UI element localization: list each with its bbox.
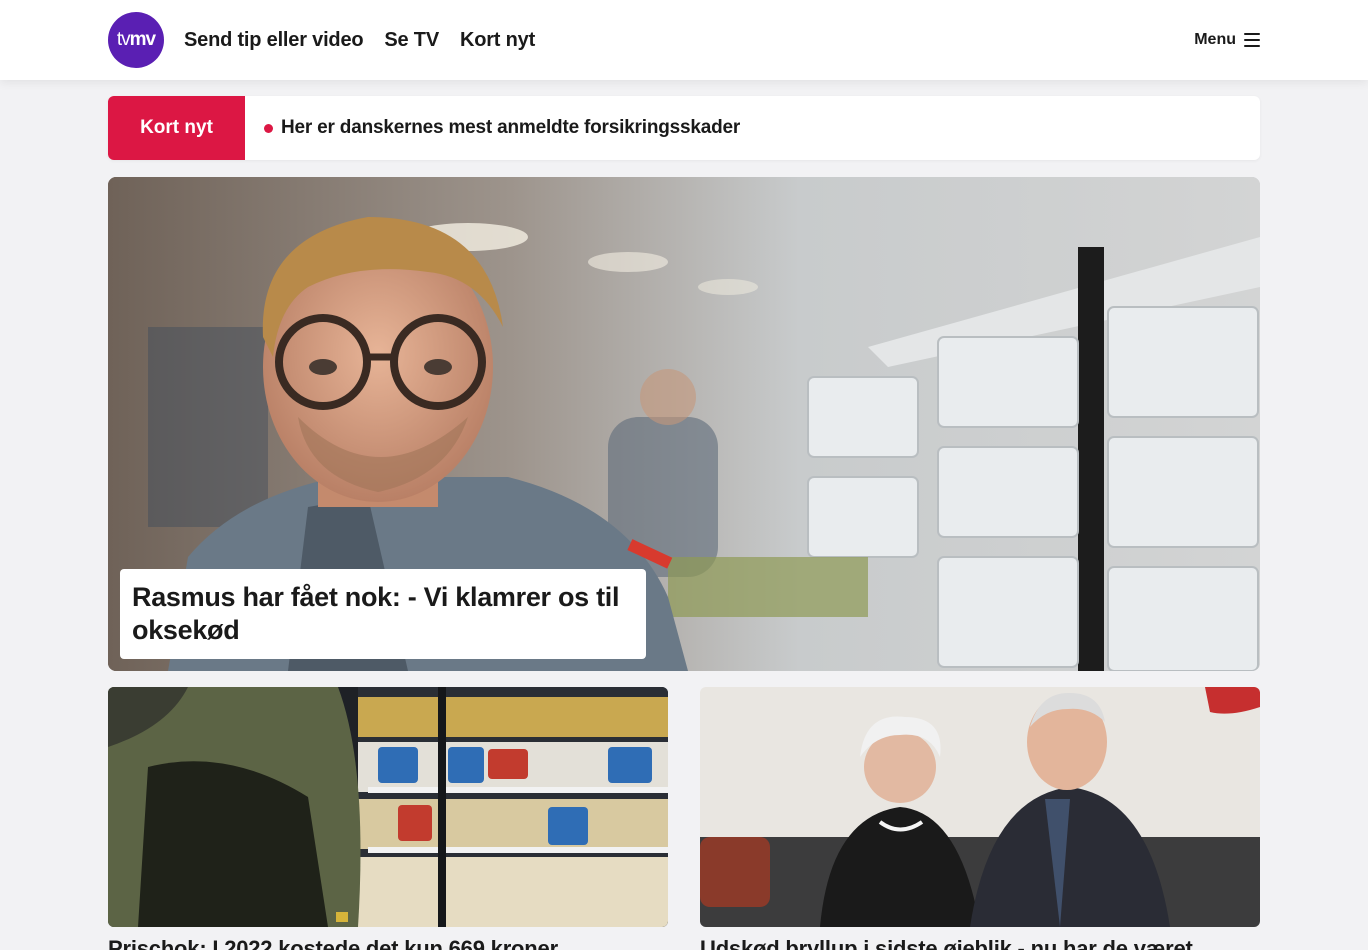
article-card-cheese[interactable]: Prischok: I 2022 kostede det kun 669 kro… xyxy=(108,687,668,950)
nav-send-tip[interactable]: Send tip eller video xyxy=(184,29,364,52)
nav-kort-nyt[interactable]: Kort nyt xyxy=(460,29,535,52)
live-dot-icon xyxy=(264,123,273,133)
card-title-cheese[interactable]: Prischok: I 2022 kostede det kun 669 kro… xyxy=(108,935,668,950)
news-ticker[interactable]: Kort nyt Her er danskernes mest anmeldte… xyxy=(108,96,1260,160)
article-card-couple[interactable]: Udskød bryllup i sidste øjeblik - nu har… xyxy=(700,687,1260,950)
hero-caption: Rasmus har fået nok: - Vi klamrer os til… xyxy=(120,569,646,659)
card-image-couple xyxy=(700,687,1260,927)
logo-text-tv: tv xyxy=(116,29,131,50)
logo-text-mv: mv xyxy=(129,29,156,50)
menu-button[interactable]: Menu xyxy=(1194,28,1260,52)
menu-label: Menu xyxy=(1194,31,1236,48)
tvmv-logo[interactable]: tv mv xyxy=(108,12,164,68)
hero-title[interactable]: Rasmus har fået nok: - Vi klamrer os til… xyxy=(132,581,634,647)
ticker-label: Kort nyt xyxy=(108,96,245,160)
hero-article[interactable]: Rasmus har fået nok: - Vi klamrer os til… xyxy=(108,177,1260,671)
nav-se-tv[interactable]: Se TV xyxy=(384,29,439,52)
card-image-cheese xyxy=(108,687,668,927)
main-nav: Send tip eller video Se TV Kort nyt xyxy=(184,0,535,80)
site-header: tv mv Send tip eller video Se TV Kort nyt… xyxy=(0,0,1368,80)
ticker-headline[interactable]: Her er danskernes mest anmeldte forsikri… xyxy=(281,117,740,139)
card-title-couple[interactable]: Udskød bryllup i sidste øjeblik - nu har… xyxy=(700,935,1260,950)
hamburger-icon xyxy=(1244,33,1260,47)
